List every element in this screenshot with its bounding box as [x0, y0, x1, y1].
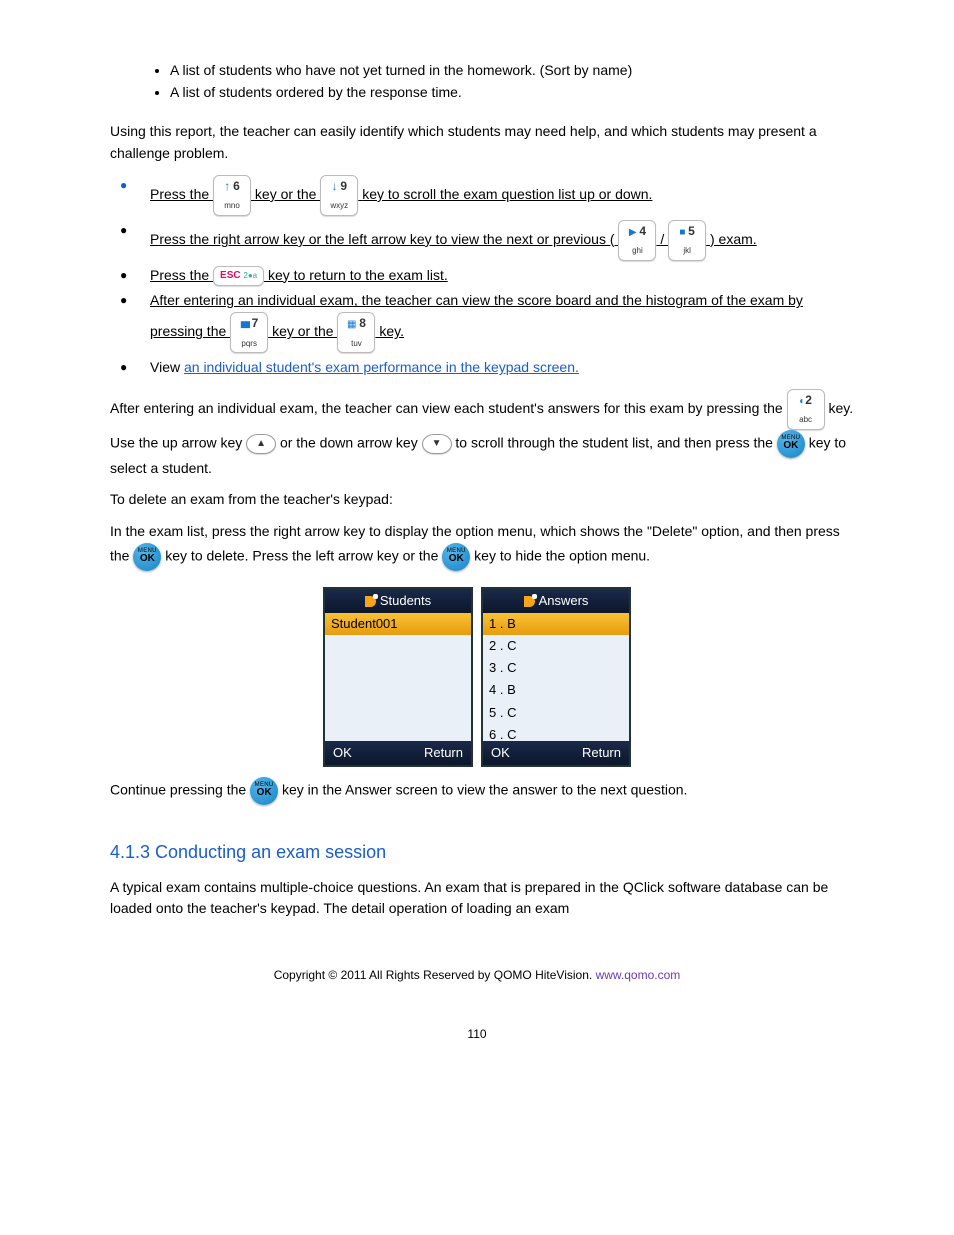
softkey-return[interactable]: Return	[424, 743, 463, 763]
key-esc[interactable]: ESC 2●a	[213, 266, 264, 287]
qclick-icon	[524, 596, 535, 607]
list-item[interactable]: 4 . B	[483, 679, 629, 701]
delete-exam-title: To delete an exam from the teacher's key…	[110, 489, 854, 511]
list-item: A list of students who have not yet turn…	[170, 60, 854, 82]
page-number: 110	[100, 1025, 854, 1044]
qclick-icon	[365, 596, 376, 607]
menu-ok-button[interactable]: MENUOK	[250, 777, 278, 805]
page-footer: Copyright © 2011 All Rights Reserved by …	[100, 966, 854, 1043]
arrow-button[interactable]: ▼	[422, 434, 452, 455]
key-8-grid[interactable]: ▦ 8 tuv	[337, 312, 375, 353]
list-item[interactable]: 2 . C	[483, 635, 629, 657]
bullet-scroll-questions: Press the ↑ 6 mno key or the ↓ 9 wxyz ke…	[110, 175, 854, 216]
section-paragraph: A typical exam contains multiple-choice …	[110, 877, 854, 920]
bullet-view-individual: View an individual student's exam perfor…	[110, 357, 854, 379]
paragraph-delete-exam: In the exam list, press the right arrow …	[110, 521, 854, 571]
key-4-play[interactable]: ▶ 4 ghi	[618, 220, 656, 261]
top-list: A list of students who have not yet turn…	[100, 60, 854, 103]
paragraph-view-answers: After entering an individual exam, the t…	[110, 389, 854, 480]
footer-link[interactable]: www.qomo.com	[596, 968, 681, 982]
softkey-return[interactable]: Return	[582, 743, 621, 763]
section-heading: 4.1.3 Conducting an exam session	[110, 839, 854, 867]
paragraph-continue-ok: Continue pressing the MENUOK key in the …	[110, 777, 854, 805]
menu-ok-button[interactable]: MENUOK	[133, 543, 161, 571]
list-item[interactable]: 5 . C	[483, 702, 629, 724]
bullet-scoreboard-histogram: After entering an individual exam, the t…	[110, 290, 854, 353]
key-9-down[interactable]: ↓ 9 wxyz	[320, 175, 358, 216]
lcd-answers: Answers 1 . B2 . C3 . C4 . B5 . C6 . C O…	[481, 587, 631, 767]
key-2-profile[interactable]: ◐2abc	[787, 389, 825, 430]
menu-ok-button[interactable]: MENUOK	[442, 543, 470, 571]
bullet-esc-return: Press the ESC 2●a key to return to the e…	[110, 265, 854, 287]
list-item[interactable]: 1 . B	[483, 613, 629, 635]
arrow-button[interactable]: ▲	[246, 434, 276, 455]
key-7-bars[interactable]: ▮▮▮ 7 pqrs	[230, 312, 268, 353]
main-bullet-list: Press the ↑ 6 mno key or the ↓ 9 wxyz ke…	[100, 175, 854, 379]
key-5-stop[interactable]: ■ 5 jkl	[668, 220, 706, 261]
link-individual-student-performance[interactable]: an individual student's exam performance…	[184, 359, 579, 375]
bullet-next-prev-exam: Press the right arrow key or the left ar…	[110, 220, 854, 261]
lcd-students: Students Student001 OK Return	[323, 587, 473, 767]
key-6-up[interactable]: ↑ 6 mno	[213, 175, 251, 216]
softkey-ok[interactable]: OK	[333, 743, 352, 763]
list-item: A list of students ordered by the respon…	[170, 82, 854, 104]
menu-ok-button[interactable]: MENUOK	[777, 430, 805, 458]
softkey-ok[interactable]: OK	[491, 743, 510, 763]
list-item[interactable]: 3 . C	[483, 657, 629, 679]
list-item[interactable]: Student001	[325, 613, 471, 635]
intro-paragraph: Using this report, the teacher can easil…	[110, 121, 854, 164]
lcd-screenshots: Students Student001 OK Return Answers 1 …	[100, 587, 854, 767]
